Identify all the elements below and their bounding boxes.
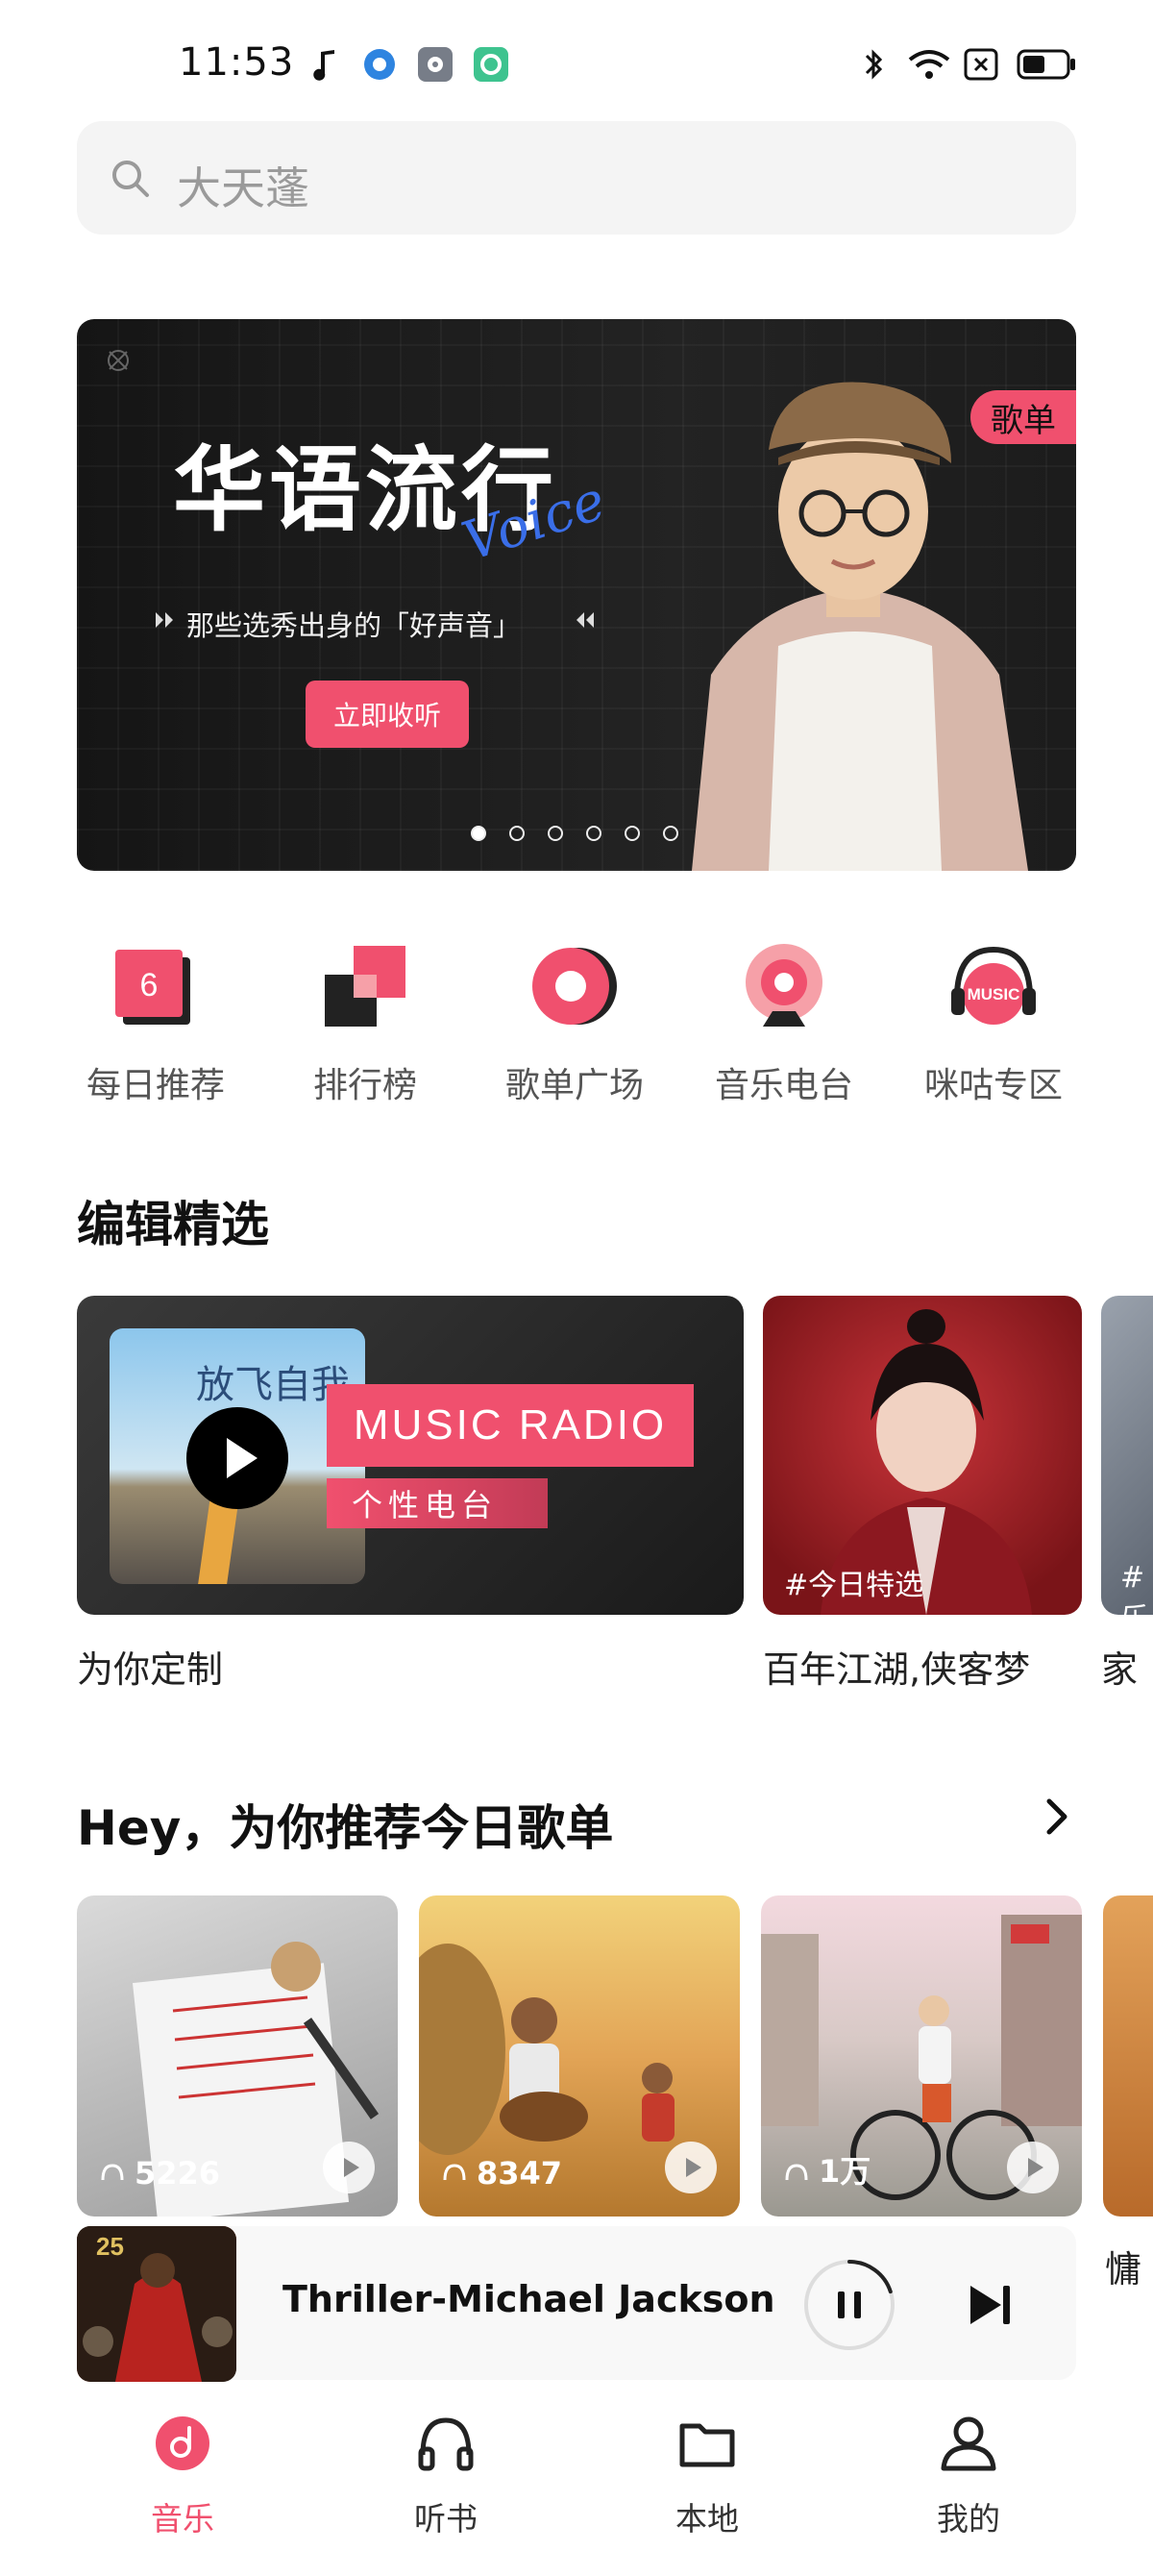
editor-pick-card-partial[interactable]: #乐 — [1101, 1296, 1153, 1615]
quick-entry-daily[interactable]: 6 每日推荐 — [69, 942, 242, 1107]
nav-mine[interactable]: 我的 — [892, 2413, 1045, 2539]
banner-sub-arrow-right — [573, 609, 596, 631]
player-progress-arc — [847, 2260, 893, 2294]
playlist-card[interactable]: 5226 — [77, 1895, 398, 2217]
playlist-card[interactable]: 1万 — [761, 1895, 1082, 2217]
play-count: 8347 — [477, 2155, 563, 2192]
banner-page-dot[interactable] — [625, 826, 640, 841]
circle-app-icon — [364, 49, 395, 80]
playlist-card[interactable]: 8347 — [419, 1895, 740, 2217]
green-app-icon — [474, 47, 508, 82]
status-time: 11:53 — [179, 40, 295, 85]
card-caption: 为你定制 — [77, 1648, 224, 1691]
playlist-card-partial[interactable] — [1103, 1895, 1153, 2217]
nav-label: 听书 — [414, 2500, 478, 2538]
migu-badge: MUSIC — [968, 985, 1020, 1003]
banner-subtitle: 那些选秀出身的「好声音」 — [186, 609, 522, 642]
music-note-icon — [313, 50, 334, 81]
skip-next-icon[interactable] — [965, 2280, 1017, 2330]
quick-entry-playlists[interactable]: 歌单广场 — [488, 942, 661, 1107]
section-title-editor-picks: 编辑精选 — [77, 1197, 269, 1252]
banner-page-dot[interactable] — [548, 826, 563, 841]
search-placeholder: 大天蓬 — [177, 162, 309, 214]
play-circle-icon[interactable] — [186, 1407, 288, 1509]
sim-x-icon — [964, 48, 998, 81]
chevron-right-icon[interactable] — [1038, 1796, 1076, 1838]
card-caption: 家 — [1101, 1648, 1139, 1691]
banner-listen-button[interactable]: 立即收听 — [306, 681, 469, 748]
radio-title: MUSIC RADIO — [327, 1384, 694, 1467]
banner-cross-decoration — [108, 350, 129, 371]
quick-entry-label: 排行榜 — [312, 1066, 417, 1105]
chart-rank-icon — [321, 942, 409, 1030]
banner-page-dot[interactable] — [471, 826, 486, 841]
radio-icon — [740, 942, 828, 1030]
headphones-icon — [443, 2164, 466, 2181]
search-icon — [112, 161, 149, 197]
card-caption: 百年江湖,侠客梦 — [763, 1648, 1031, 1691]
settings-app-icon — [418, 47, 453, 82]
folder-icon — [676, 2413, 738, 2474]
headphones-icon — [101, 2164, 124, 2181]
banner-page-dot[interactable] — [586, 826, 601, 841]
headphones-icon: MUSIC — [949, 942, 1038, 1030]
quick-entry-migu[interactable]: MUSIC 咪咕专区 — [907, 942, 1080, 1107]
play-icon[interactable] — [323, 2142, 375, 2193]
playlist-caption-partial: 慵 — [1105, 2248, 1142, 2291]
promo-banner[interactable]: 华语流行 Voice 那些选秀出身的「好声音」 立即收听 歌单 — [77, 319, 1076, 871]
quick-entry-label: 咪咕专区 — [923, 1066, 1063, 1105]
music-disc-icon — [152, 2413, 213, 2474]
person-icon — [938, 2413, 999, 2474]
quick-entry-label: 每日推荐 — [86, 1066, 225, 1105]
banner-playlist-tag: 歌单 — [970, 390, 1076, 444]
player-album-cover[interactable]: 25 — [77, 2226, 236, 2382]
calendar-badge: 6 — [140, 967, 159, 1003]
nav-local[interactable]: 本地 — [630, 2413, 784, 2539]
editor-pick-card[interactable]: #今日特选 — [763, 1296, 1082, 1615]
banner-page-dot[interactable] — [509, 826, 525, 841]
banner-sub-arrow-left — [154, 609, 173, 631]
player-track-title: Thriller-Michael Jackson — [282, 2278, 775, 2320]
nav-label: 本地 — [675, 2500, 739, 2538]
playlist-disc-icon — [530, 942, 619, 1030]
play-count: 1万 — [819, 2153, 871, 2190]
quick-entry-label: 歌单广场 — [504, 1066, 644, 1105]
quick-entry-label: 音乐电台 — [714, 1066, 853, 1105]
nav-label: 我的 — [937, 2500, 1000, 2538]
quick-entry-rank[interactable]: 排行榜 — [279, 942, 452, 1107]
banner-page-dot[interactable] — [663, 826, 678, 841]
quick-entry-radio[interactable]: 音乐电台 — [698, 942, 871, 1107]
calendar-icon: 6 — [111, 942, 200, 1030]
headphones-icon — [415, 2413, 477, 2474]
headphones-icon — [785, 2164, 808, 2181]
nav-label: 音乐 — [151, 2500, 214, 2538]
section-title-daily-playlists: Hey，为你推荐今日歌单 — [77, 1800, 614, 1856]
play-count: 5226 — [135, 2155, 221, 2192]
battery-icon — [1017, 49, 1075, 80]
nav-audiobook[interactable]: 听书 — [369, 2413, 523, 2539]
wifi-icon — [908, 50, 950, 79]
radio-card[interactable]: 放飞自我 MUSIC RADIO 个性电台 — [77, 1296, 744, 1615]
cover-badge: 25 — [96, 2232, 124, 2261]
card-tag: #乐 — [1120, 1561, 1149, 1615]
bluetooth-icon — [865, 49, 883, 80]
radio-subtitle: 个性电台 — [327, 1478, 548, 1528]
pause-icon[interactable] — [801, 2257, 897, 2353]
play-icon[interactable] — [665, 2142, 717, 2193]
play-icon[interactable] — [1007, 2142, 1059, 2193]
nav-music[interactable]: 音乐 — [106, 2413, 259, 2539]
card-tag: #今日特选 — [784, 1569, 924, 1602]
